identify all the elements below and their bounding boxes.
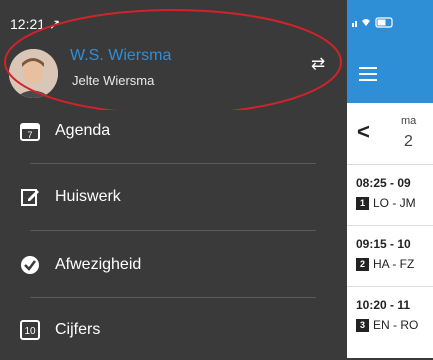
- navigation-drawer: 12:21 ↗ W.S. Wiersma Jelte Wiersma ⇄ 7 A…: [0, 0, 347, 358]
- grade-icon: 10: [20, 320, 40, 340]
- lesson-number: 1: [356, 196, 369, 210]
- day-name: ma: [401, 115, 417, 127]
- menu-item-afwezigheid[interactable]: Afwezigheid: [0, 235, 347, 295]
- schedule-panel: < ma 2 08:25 - 09 1 LO - JM 09:15 - 10 2…: [347, 0, 433, 358]
- divider: [30, 297, 316, 298]
- divider: [30, 230, 316, 231]
- menu-label-cijfers: Cijfers: [55, 321, 101, 338]
- lesson-number: 2: [356, 257, 369, 271]
- menu-item-cijfers[interactable]: 10 Cijfers: [0, 300, 347, 360]
- lesson-code: LO - JM: [373, 196, 416, 210]
- edit-icon: [20, 187, 40, 207]
- lesson-info: 1 LO - JM: [356, 196, 416, 210]
- lesson-row[interactable]: 10:20 - 11 3 EN - RO: [347, 288, 433, 348]
- svg-text:7: 7: [27, 130, 32, 140]
- lesson-row[interactable]: 09:15 - 10 2 HA - FZ: [347, 227, 433, 287]
- lesson-code: EN - RO: [373, 318, 419, 332]
- day-selector: < ma 2: [347, 103, 433, 165]
- lesson-info: 2 HA - FZ: [356, 257, 414, 271]
- app-top-bar: [347, 0, 433, 103]
- svg-text:10: 10: [24, 326, 36, 337]
- lesson-info: 3 EN - RO: [356, 318, 418, 332]
- calendar-icon: 7: [20, 121, 40, 141]
- check-circle-icon: [20, 255, 40, 275]
- menu-label-afwezigheid: Afwezigheid: [55, 256, 142, 273]
- lesson-row[interactable]: 08:25 - 09 1 LO - JM: [347, 166, 433, 226]
- menu-label-agenda: Agenda: [55, 122, 111, 139]
- profile-header[interactable]: 12:21 ↗ W.S. Wiersma Jelte Wiersma ⇄: [0, 0, 347, 110]
- menu-item-agenda[interactable]: 7 Agenda: [0, 101, 347, 161]
- menu-label-huiswerk: Huiswerk: [55, 188, 121, 205]
- chevron-left-icon[interactable]: <: [357, 119, 370, 145]
- lesson-code: HA - FZ: [373, 257, 415, 271]
- highlight-ellipse: [4, 9, 342, 110]
- lesson-time: 08:25 - 09: [356, 176, 411, 190]
- lesson-number: 3: [356, 318, 369, 332]
- menu-icon[interactable]: [359, 67, 377, 85]
- lesson-time: 10:20 - 11: [356, 298, 411, 312]
- divider: [30, 163, 316, 164]
- signal-wifi-battery-icon: [352, 16, 412, 31]
- day-number: 2: [404, 133, 413, 150]
- lesson-time: 09:15 - 10: [356, 237, 411, 251]
- menu-item-huiswerk[interactable]: Huiswerk: [0, 167, 347, 227]
